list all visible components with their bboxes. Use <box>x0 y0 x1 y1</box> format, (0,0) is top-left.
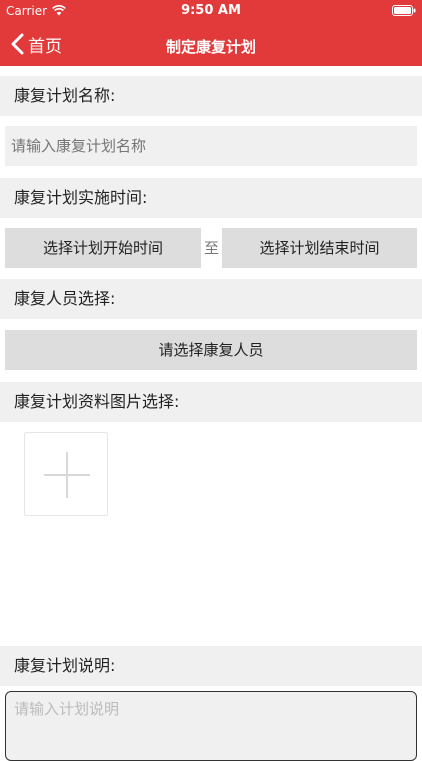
images-label: 康复计划资料图片选择: <box>0 382 422 422</box>
description-label: 康复计划说明: <box>0 646 422 686</box>
description-placeholder: 请输入计划说明 <box>14 700 120 718</box>
staff-label: 康复人员选择: <box>0 279 422 319</box>
page-title: 制定康复计划 <box>165 38 256 56</box>
status-time: 9:50 AM <box>181 3 241 18</box>
to-label: 至 <box>203 239 219 257</box>
end-time-button[interactable]: 选择计划结束时间 <box>222 228 417 268</box>
description-input[interactable]: 请输入计划说明 <box>5 691 417 761</box>
plan-name-label: 康复计划名称: <box>0 76 422 116</box>
add-image-button[interactable] <box>24 432 108 516</box>
plan-name-input[interactable] <box>5 126 417 166</box>
plan-time-label: 康复计划实施时间: <box>0 178 422 218</box>
start-time-button[interactable]: 选择计划开始时间 <box>5 228 201 268</box>
battery-icon <box>392 5 416 16</box>
select-staff-button[interactable]: 请选择康复人员 <box>5 330 417 370</box>
